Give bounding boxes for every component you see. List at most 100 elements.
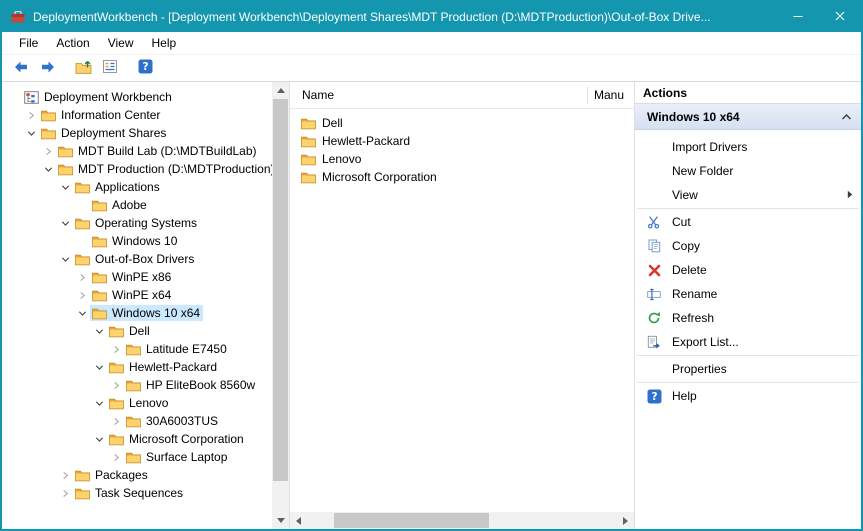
scroll-down-button[interactable] xyxy=(272,512,289,529)
show-console-tree-button[interactable] xyxy=(98,57,122,80)
action-export-list[interactable]: Export List... xyxy=(635,330,861,354)
chevron-down-icon[interactable] xyxy=(42,165,54,174)
blank-icon xyxy=(646,187,662,203)
list-horizontal-scrollbar[interactable] xyxy=(290,512,634,529)
action-refresh[interactable]: Refresh xyxy=(635,306,861,330)
tree-item-winpe-x64[interactable]: WinPE x64 xyxy=(2,286,269,304)
tree-item-adobe[interactable]: Adobe xyxy=(2,196,269,214)
up-one-level-button[interactable] xyxy=(71,57,95,80)
tree-item-content: Deployment Shares xyxy=(39,125,169,141)
tree-vertical-scrollbar[interactable] xyxy=(272,82,289,529)
scroll-right-button[interactable] xyxy=(617,512,634,529)
list-item-lenovo[interactable]: Lenovo xyxy=(290,150,634,168)
folder-icon xyxy=(301,117,316,130)
action-delete[interactable]: Delete xyxy=(635,258,861,282)
tree-item-hp-elitebook-8560w[interactable]: HP EliteBook 8560w xyxy=(2,376,269,394)
list-item-dell[interactable]: Dell xyxy=(290,114,634,132)
chevron-down-icon[interactable] xyxy=(59,219,71,228)
column-header-manufacturer[interactable]: Manu xyxy=(588,88,624,102)
action-cut[interactable]: Cut xyxy=(635,210,861,234)
chevron-right-icon[interactable] xyxy=(59,489,71,498)
action-help[interactable]: ?Help xyxy=(635,384,861,408)
tree-item-hewlett-packard[interactable]: Hewlett-Packard xyxy=(2,358,269,376)
collapse-section-icon[interactable] xyxy=(841,110,852,124)
list-item-microsoft-corporation[interactable]: Microsoft Corporation xyxy=(290,168,634,186)
tree-item-information-center[interactable]: Information Center xyxy=(2,106,269,124)
scroll-up-button[interactable] xyxy=(272,82,289,99)
tree-item-content: HP EliteBook 8560w xyxy=(124,377,258,393)
tree-item-label: Lenovo xyxy=(129,396,168,410)
forward-button[interactable] xyxy=(36,57,60,80)
folder-icon xyxy=(109,361,124,374)
titlebar[interactable]: DeploymentWorkbench - [Deployment Workbe… xyxy=(2,2,861,32)
folder-icon xyxy=(58,145,73,158)
chevron-right-icon[interactable] xyxy=(25,111,37,120)
list-header: Name Manu xyxy=(290,82,634,109)
action-copy[interactable]: Copy xyxy=(635,234,861,258)
scroll-left-button[interactable] xyxy=(290,512,307,529)
help-button[interactable]: ? xyxy=(133,57,157,80)
tree-item-latitude-e7450[interactable]: Latitude E7450 xyxy=(2,340,269,358)
chevron-down-icon[interactable] xyxy=(25,129,37,138)
chevron-down-icon[interactable] xyxy=(93,399,105,408)
back-button[interactable] xyxy=(9,57,33,80)
folder-icon xyxy=(301,153,316,166)
tree-item-packages[interactable]: Packages xyxy=(2,466,269,484)
chevron-down-icon[interactable] xyxy=(93,363,105,372)
tree-item-content: Deployment Workbench xyxy=(22,89,175,105)
folder-icon xyxy=(109,325,124,338)
action-properties[interactable]: Properties xyxy=(635,357,861,381)
tree-item-winpe-x86[interactable]: WinPE x86 xyxy=(2,268,269,286)
chevron-down-icon[interactable] xyxy=(93,435,105,444)
chevron-down-icon[interactable] xyxy=(59,183,71,192)
minimize-button[interactable] xyxy=(777,2,819,32)
tree-item-content: MDT Build Lab (D:\MDTBuildLab) xyxy=(56,143,260,159)
chevron-right-icon[interactable] xyxy=(110,345,122,354)
list-item-hewlett-packard[interactable]: Hewlett-Packard xyxy=(290,132,634,150)
tree-item-surface-laptop[interactable]: Surface Laptop xyxy=(2,448,269,466)
tree-item-out-of-box-drivers[interactable]: Out-of-Box Drivers xyxy=(2,250,269,268)
tree-item-windows-10[interactable]: Windows 10 xyxy=(2,232,269,250)
chevron-right-icon[interactable] xyxy=(110,417,122,426)
menu-view[interactable]: View xyxy=(99,33,143,53)
chevron-right-icon[interactable] xyxy=(76,291,88,300)
chevron-right-icon[interactable] xyxy=(42,147,54,156)
close-button[interactable] xyxy=(819,2,861,32)
tree-item-deployment-shares[interactable]: Deployment Shares xyxy=(2,124,269,142)
chevron-right-icon[interactable] xyxy=(59,471,71,480)
action-view[interactable]: View xyxy=(635,183,861,207)
details-pane: Name Manu DellHewlett-PackardLenovoMicro… xyxy=(290,82,635,529)
menu-action[interactable]: Action xyxy=(47,33,98,53)
chevron-right-icon[interactable] xyxy=(110,381,122,390)
scrollbar-thumb[interactable] xyxy=(334,513,489,528)
tree-item-label: Windows 10 x64 xyxy=(112,306,200,320)
tree-item-deployment-workbench[interactable]: Deployment Workbench xyxy=(2,88,269,106)
tree-pane: Deployment WorkbenchInformation CenterDe… xyxy=(2,82,290,529)
column-header-name[interactable]: Name xyxy=(290,88,587,102)
tree-item-30a6003tus[interactable]: 30A6003TUS xyxy=(2,412,269,430)
chevron-down-icon[interactable] xyxy=(76,309,88,318)
console-tree-icon xyxy=(102,59,118,77)
tree-item-operating-systems[interactable]: Operating Systems xyxy=(2,214,269,232)
tree-item-microsoft-corporation[interactable]: Microsoft Corporation xyxy=(2,430,269,448)
tree-item-applications[interactable]: Applications xyxy=(2,178,269,196)
tree-item-lenovo[interactable]: Lenovo xyxy=(2,394,269,412)
menu-file[interactable]: File xyxy=(10,33,47,53)
action-import-drivers[interactable]: Import Drivers xyxy=(635,135,861,159)
scrollbar-thumb[interactable] xyxy=(273,99,288,481)
tree-item-windows-10-x64[interactable]: Windows 10 x64 xyxy=(2,304,269,322)
chevron-right-icon[interactable] xyxy=(76,273,88,282)
action-rename[interactable]: Rename xyxy=(635,282,861,306)
tree-item-dell[interactable]: Dell xyxy=(2,322,269,340)
folder-icon xyxy=(126,343,141,356)
tree-item-task-sequences[interactable]: Task Sequences xyxy=(2,484,269,502)
chevron-right-icon[interactable] xyxy=(110,453,122,462)
chevron-down-icon[interactable] xyxy=(93,327,105,336)
tree-item-mdt-production-d-mdtproduction[interactable]: MDT Production (D:\MDTProduction) xyxy=(2,160,269,178)
menu-help[interactable]: Help xyxy=(143,33,186,53)
chevron-down-icon[interactable] xyxy=(59,255,71,264)
action-new-folder[interactable]: New Folder xyxy=(635,159,861,183)
tree-item-mdt-build-lab-d-mdtbuildlab[interactable]: MDT Build Lab (D:\MDTBuildLab) xyxy=(2,142,269,160)
tree-item-content: Operating Systems xyxy=(73,215,200,231)
actions-section-header[interactable]: Windows 10 x64 xyxy=(635,104,861,130)
